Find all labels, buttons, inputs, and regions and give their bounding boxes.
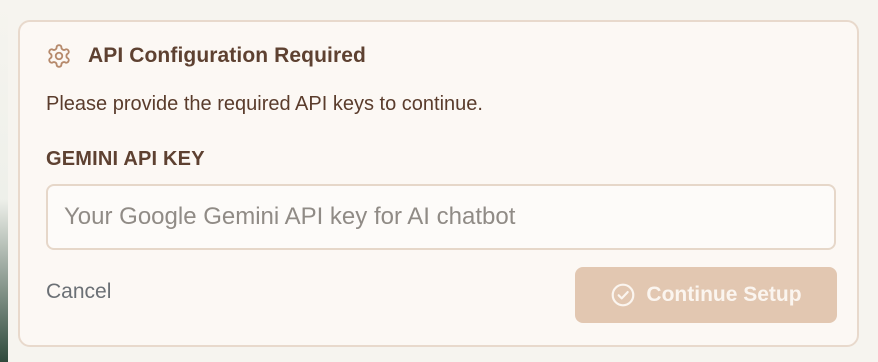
continue-setup-button[interactable]: Continue Setup bbox=[575, 267, 837, 323]
gear-icon bbox=[46, 43, 72, 69]
gemini-api-key-label: GEMINI API KEY bbox=[46, 148, 205, 170]
gemini-api-key-input[interactable] bbox=[46, 184, 836, 250]
dialog-header: API Configuration Required bbox=[46, 42, 366, 70]
check-circle-icon bbox=[610, 282, 636, 308]
cancel-button[interactable]: Cancel bbox=[46, 280, 111, 304]
api-config-dialog: API Configuration Required Please provid… bbox=[18, 20, 859, 347]
dialog-description: Please provide the required API keys to … bbox=[46, 93, 483, 115]
background-edge bbox=[0, 0, 8, 362]
continue-setup-label: Continue Setup bbox=[646, 283, 802, 306]
dialog-title: API Configuration Required bbox=[88, 44, 366, 67]
